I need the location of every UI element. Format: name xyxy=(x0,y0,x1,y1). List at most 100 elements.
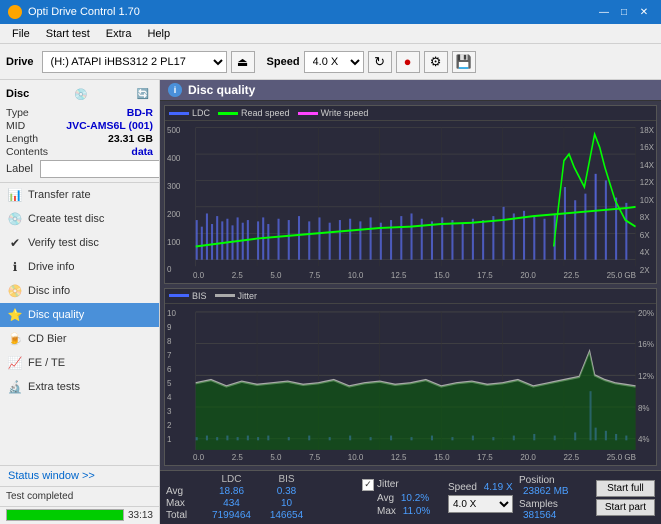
disc-quality-header: i Disc quality xyxy=(160,80,661,101)
transfer-rate-icon: 📊 xyxy=(8,188,22,202)
legend-bis: BIS xyxy=(192,291,207,301)
mid-label: MID xyxy=(6,120,25,132)
nav-disc-info[interactable]: 📀 Disc info xyxy=(0,279,159,303)
chart-ldc-svg xyxy=(165,121,656,280)
nav-transfer-rate[interactable]: 📊 Transfer rate xyxy=(0,183,159,207)
jitter-avg: 10.2% xyxy=(401,493,429,504)
jitter-max: 11.0% xyxy=(403,506,431,517)
speed-stats: Speed 4.19 X 4.0 X xyxy=(448,482,513,513)
disc-quality-title: Disc quality xyxy=(188,83,255,97)
start-part-button[interactable]: Start part xyxy=(596,499,655,516)
avg-ldc: 18.86 xyxy=(204,486,259,497)
charts-area: LDC Read speed Write speed xyxy=(160,101,661,470)
contents-label: Contents xyxy=(6,146,48,158)
samples-label: Samples xyxy=(519,499,558,510)
nav-disc-quality[interactable]: ⭐ Disc quality xyxy=(0,303,159,327)
contents-value: data xyxy=(131,146,153,158)
close-button[interactable]: ✕ xyxy=(635,4,653,20)
chart-bis-svg xyxy=(165,304,656,463)
save-button[interactable]: 💾 xyxy=(452,51,476,73)
chart-bis-y-left: 10987654321 xyxy=(167,304,176,450)
length-value: 23.31 GB xyxy=(108,133,153,145)
avg-bis: 0.38 xyxy=(259,486,314,497)
right-panel: i Disc quality LDC Read speed xyxy=(160,80,661,524)
chart-ldc-y-left: 5004003002001000 xyxy=(167,121,180,280)
nav-verify-test-disc-label: Verify test disc xyxy=(28,237,99,249)
menu-start-test[interactable]: Start test xyxy=(38,26,98,42)
chart-bis: BIS Jitter xyxy=(164,288,657,467)
nav-drive-info[interactable]: ℹ Drive info xyxy=(0,255,159,279)
refresh-button[interactable]: ↻ xyxy=(368,51,392,73)
speed-dropdown[interactable]: 4.0 X xyxy=(448,495,513,513)
eject-button[interactable]: ⏏ xyxy=(231,51,255,73)
disc-action-icon[interactable]: 🔄 xyxy=(133,84,153,104)
disc-info-icon: 📀 xyxy=(8,284,22,298)
drive-select[interactable]: (H:) ATAPI iHBS312 2 PL17 xyxy=(42,51,227,73)
disc-quality-icon: ⭐ xyxy=(8,308,22,322)
samples-val: 381564 xyxy=(523,510,556,521)
start-full-button[interactable]: Start full xyxy=(596,480,655,497)
settings-button[interactable]: ⚙ xyxy=(424,51,448,73)
mid-value: JVC-AMS6L (001) xyxy=(66,120,153,132)
nav-cd-bier[interactable]: 🍺 CD Bier xyxy=(0,327,159,351)
extra-tests-icon: 🔬 xyxy=(8,380,22,394)
main-content: Disc 💿 🔄 Type BD-R MID JVC-AMS6L (001) L… xyxy=(0,80,661,524)
speed-select[interactable]: 4.0 X xyxy=(304,51,364,73)
app-icon xyxy=(8,5,22,19)
jitter-stats: ✓ Jitter Avg 10.2% Max 11.0% xyxy=(362,479,442,517)
col-header-ldc: LDC xyxy=(204,474,259,485)
position-val: 23862 MB xyxy=(523,486,569,497)
chart-bis-x-axis: 0.02.55.07.510.012.515.017.520.022.525.0… xyxy=(193,453,636,462)
ldc-bis-stats: LDC BIS Avg 18.86 0.38 Max 434 10 Total … xyxy=(166,474,356,521)
sidebar: Disc 💿 🔄 Type BD-R MID JVC-AMS6L (001) L… xyxy=(0,80,160,524)
progress-bar xyxy=(6,509,124,521)
status-window-button[interactable]: Status window >> xyxy=(0,465,159,486)
menu-file[interactable]: File xyxy=(4,26,38,42)
chart-bis-y-right: 20%16%12%8%4% xyxy=(638,304,654,450)
row-total-label: Total xyxy=(166,510,204,521)
length-label: Length xyxy=(6,133,38,145)
position-label: Position xyxy=(519,475,555,486)
row-max-label2: Max xyxy=(377,506,396,517)
legend-jitter: Jitter xyxy=(238,291,258,301)
chart-bis-canvas: 10987654321 20%16%12%8%4% 0.02.55.07.510… xyxy=(165,304,656,463)
max-ldc: 434 xyxy=(204,498,259,509)
disc-section-title: Disc xyxy=(6,88,29,100)
nav-create-test-disc-label: Create test disc xyxy=(28,213,104,225)
action-buttons: Start full Start part xyxy=(596,480,655,516)
color-button[interactable]: ● xyxy=(396,51,420,73)
nav-create-test-disc[interactable]: 💿 Create test disc xyxy=(0,207,159,231)
nav-extra-tests-label: Extra tests xyxy=(28,381,80,393)
disc-panel: Disc 💿 🔄 Type BD-R MID JVC-AMS6L (001) L… xyxy=(0,80,159,183)
app-title: Opti Drive Control 1.70 xyxy=(28,6,140,18)
maximize-button[interactable]: □ xyxy=(615,4,633,20)
minimize-button[interactable]: — xyxy=(595,4,613,20)
row-avg-label: Avg xyxy=(166,486,204,497)
col-header-bis: BIS xyxy=(259,474,314,485)
nav-fe-te[interactable]: 📈 FE / TE xyxy=(0,351,159,375)
menu-extra[interactable]: Extra xyxy=(98,26,140,42)
total-ldc: 7199464 xyxy=(204,510,259,521)
cd-bier-icon: 🍺 xyxy=(8,332,22,346)
legend-ldc: LDC xyxy=(192,108,210,118)
chart-ldc-canvas: 5004003002001000 18X16X14X12X10X8X6X4X2X… xyxy=(165,121,656,280)
menu-bar: File Start test Extra Help xyxy=(0,24,661,44)
jitter-checkbox[interactable]: ✓ xyxy=(362,479,374,491)
fe-te-icon: 📈 xyxy=(8,356,22,370)
chart-ldc-x-axis: 0.02.55.07.510.012.515.017.520.022.525.0… xyxy=(193,271,636,280)
menu-help[interactable]: Help xyxy=(139,26,178,42)
nav-transfer-rate-label: Transfer rate xyxy=(28,189,91,201)
total-bis: 146654 xyxy=(259,510,314,521)
drive-label: Drive xyxy=(6,56,34,68)
type-label: Type xyxy=(6,107,29,119)
verify-test-disc-icon: ✔ xyxy=(8,236,22,250)
legend-write-speed: Write speed xyxy=(321,108,369,118)
nav-extra-tests[interactable]: 🔬 Extra tests xyxy=(0,375,159,399)
nav-verify-test-disc[interactable]: ✔ Verify test disc xyxy=(0,231,159,255)
bottom-controls: LDC BIS Avg 18.86 0.38 Max 434 10 Total … xyxy=(160,470,661,524)
label-input[interactable] xyxy=(40,160,160,178)
max-bis: 10 xyxy=(259,498,314,509)
speed-label: Speed xyxy=(267,56,300,68)
nav-cd-bier-label: CD Bier xyxy=(28,333,67,345)
nav-disc-info-label: Disc info xyxy=(28,285,70,297)
